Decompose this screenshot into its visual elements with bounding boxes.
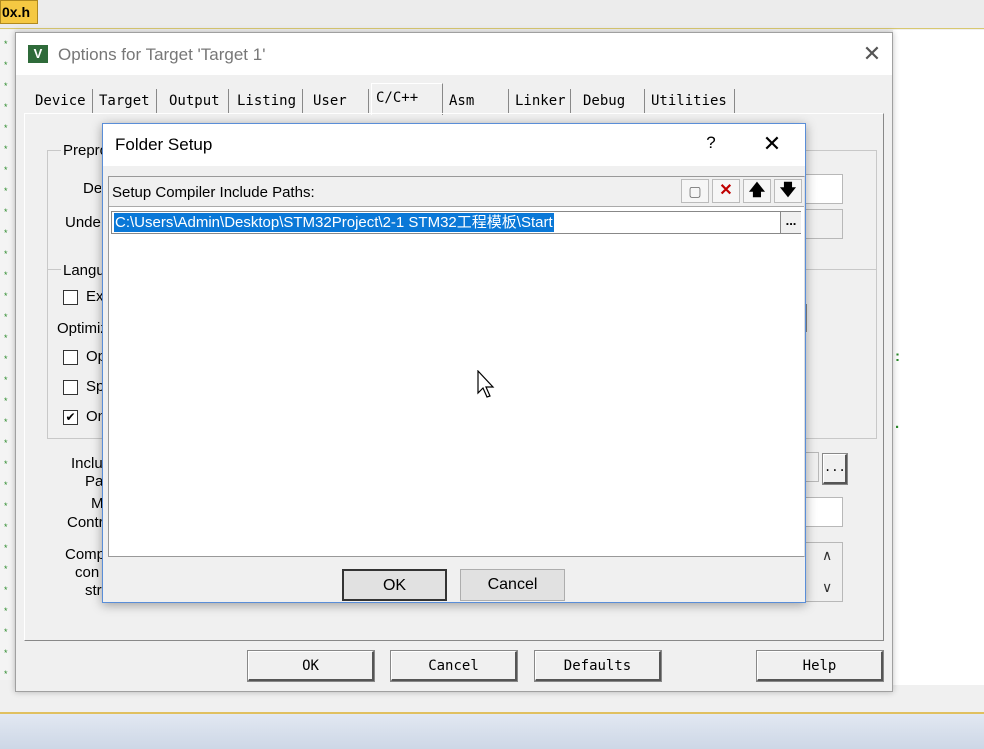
folder-ok-button[interactable]: OK [342, 569, 447, 601]
tab-debug[interactable]: Debug [579, 89, 645, 113]
gutter-mark: * [4, 375, 8, 385]
gutter-mark: * [4, 207, 8, 217]
optimization-label: Optimiz [57, 320, 103, 337]
options-title: Options for Target 'Target 1' [58, 45, 266, 64]
keil-app-icon: V [28, 45, 48, 63]
editor-text-fragment: : [895, 348, 900, 365]
language-checkbox[interactable] [63, 290, 78, 305]
path-browse-button[interactable]: ... [780, 212, 801, 233]
gutter-mark: * [4, 291, 8, 301]
delete-icon[interactable]: ✕ [712, 179, 740, 203]
tab-listing[interactable]: Listing [233, 89, 303, 113]
gutter-mark: * [4, 585, 8, 595]
compiler-label-3: str [85, 582, 102, 599]
optimize-checkbox[interactable] [63, 350, 78, 365]
tab-asm[interactable]: Asm [445, 89, 509, 113]
scroll-up-icon[interactable]: ∧ [822, 547, 832, 564]
gutter-mark: * [4, 354, 8, 364]
folder-cancel-button[interactable]: Cancel [460, 569, 565, 601]
gutter-mark: * [4, 60, 8, 70]
gutter-mark: * [4, 648, 8, 658]
gutter-mark: * [4, 396, 8, 406]
move-up-icon[interactable]: 🡅 [743, 179, 771, 203]
split-checkbox[interactable] [63, 380, 78, 395]
tab-linker[interactable]: Linker [511, 89, 571, 113]
status-bar [0, 712, 984, 749]
help-icon[interactable]: ? [701, 133, 721, 153]
gutter-mark: * [4, 627, 8, 637]
paths-label: Pa [85, 473, 103, 490]
gutter-mark: * [4, 543, 8, 553]
close-icon[interactable]: ✕ [759, 130, 785, 158]
editor-area: : . [893, 30, 984, 685]
undefine-input[interactable] [805, 209, 843, 239]
options-titlebar: V Options for Target 'Target 1' ✕ [16, 33, 892, 75]
include-paths-header-label: Setup Compiler Include Paths: [112, 184, 315, 201]
path-list-item[interactable]: C:\Users\Admin\Desktop\STM32Project\2-1 … [111, 211, 801, 234]
gutter-mark: * [4, 312, 8, 322]
gutter-mark: * [4, 270, 8, 280]
gutter-mark: * [4, 669, 8, 679]
misc-controls-input[interactable] [805, 497, 843, 527]
folder-setup-dialog: Folder Setup ? ✕ Setup Compiler Include … [102, 123, 806, 603]
gutter-mark: * [4, 249, 8, 259]
folder-setup-titlebar: Folder Setup ? ✕ [103, 124, 805, 166]
editor-text-fragment: . [895, 415, 900, 432]
include-browse-button[interactable]: ... [822, 453, 848, 485]
path-edit-text[interactable]: C:\Users\Admin\Desktop\STM32Project\2-1 … [114, 213, 554, 232]
tab-utilities[interactable]: Utilities [647, 89, 735, 113]
help-button[interactable]: Help [756, 650, 884, 682]
gutter-mark: * [4, 459, 8, 469]
mouse-pointer-icon [477, 370, 495, 398]
gutter-mark: * [4, 144, 8, 154]
gutter-mark: * [4, 522, 8, 532]
new-folder-icon[interactable]: ▢ [681, 179, 709, 203]
gutter-mark: * [4, 438, 8, 448]
gutter-mark: * [4, 564, 8, 574]
define-label: De [83, 180, 101, 197]
include-paths-list[interactable]: Setup Compiler Include Paths: ▢ ✕ 🡅 🡇 C:… [108, 176, 805, 557]
compiler-label-2: con [75, 564, 100, 581]
controls-label: Contr [67, 514, 103, 531]
gutter-mark: * [4, 606, 8, 616]
editor-gutter: * * * * * * * * * * * * * * * * * * * * * * * * * * * * * * * [0, 30, 14, 680]
undefine-label: Unde [65, 214, 101, 231]
close-icon[interactable]: ✕ [859, 41, 885, 67]
gutter-mark: * [4, 81, 8, 91]
one-elf-checkbox[interactable]: ✔ [63, 410, 78, 425]
compiler-string-box: ∧ ∨ [805, 542, 843, 602]
gutter-mark: * [4, 333, 8, 343]
folder-setup-title: Folder Setup [115, 135, 213, 154]
move-down-icon[interactable]: 🡇 [774, 179, 802, 203]
tab-c-cpp[interactable]: C/C++ [371, 83, 443, 115]
cancel-button[interactable]: Cancel [390, 650, 518, 682]
gutter-mark: * [4, 501, 8, 511]
define-input[interactable] [805, 174, 843, 204]
include-paths-input[interactable] [805, 452, 819, 482]
include-label: Inclu [71, 455, 103, 472]
compiler-label: Comp [65, 546, 103, 563]
gutter-mark: * [4, 102, 8, 112]
tab-output[interactable]: Output [165, 89, 229, 113]
gutter-mark: * [4, 417, 8, 427]
gutter-mark: * [4, 165, 8, 175]
editor-tab-bar [0, 0, 984, 29]
gutter-mark: * [4, 123, 8, 133]
tab-target[interactable]: Target [95, 89, 157, 113]
gutter-mark: * [4, 186, 8, 196]
tab-user[interactable]: User [309, 89, 369, 113]
defaults-button[interactable]: Defaults [534, 650, 662, 682]
include-paths-header: Setup Compiler Include Paths: ▢ ✕ 🡅 🡇 [109, 177, 804, 207]
ok-button[interactable]: OK [247, 650, 375, 682]
gutter-mark: * [4, 228, 8, 238]
gutter-mark: * [4, 39, 8, 49]
scroll-down-icon[interactable]: ∨ [822, 579, 832, 596]
gutter-mark: * [4, 480, 8, 490]
editor-file-tab[interactable]: 0x.h [0, 0, 38, 24]
tab-device[interactable]: Device [31, 89, 93, 113]
